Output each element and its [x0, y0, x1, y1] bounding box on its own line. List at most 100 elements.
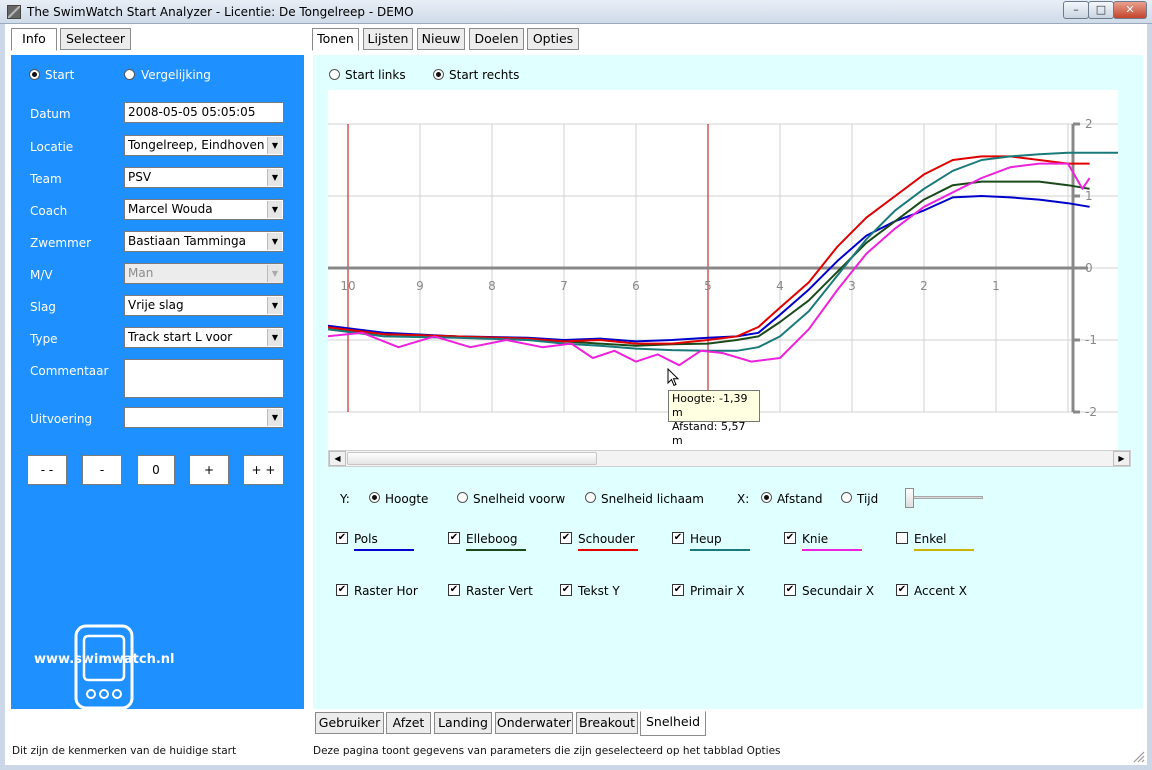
team-value: PSV: [128, 170, 152, 184]
type-select[interactable]: Track start L voor ▼: [124, 327, 284, 348]
prev-button[interactable]: -: [82, 455, 122, 485]
series-checkbox[interactable]: ✔: [448, 532, 460, 544]
uitvoering-select[interactable]: ▼: [124, 407, 284, 428]
tab-landing[interactable]: Landing: [434, 712, 492, 734]
series-checkbox[interactable]: ✔: [560, 532, 572, 544]
radio-start-rechts[interactable]: [433, 69, 444, 80]
series-color-swatch: [802, 549, 862, 551]
label-mv: M/V: [30, 268, 53, 282]
display-checkbox[interactable]: ✔: [672, 584, 684, 596]
series-checkbox[interactable]: ✔: [672, 532, 684, 544]
label-zwemmer: Zwemmer: [30, 236, 92, 250]
app-icon: [7, 5, 21, 19]
reset-button[interactable]: 0: [137, 455, 175, 485]
radio-snelheid-lichaam-label: Snelheid lichaam: [601, 492, 704, 506]
website-link[interactable]: www.swimwatch.nl: [34, 652, 175, 667]
radio-vergelijking[interactable]: [124, 69, 135, 80]
tab-onderwater[interactable]: Onderwater: [495, 712, 573, 734]
radio-tijd[interactable]: [841, 492, 852, 503]
scroll-right-icon[interactable]: ▶: [1113, 451, 1130, 466]
close-button[interactable]: ✕: [1113, 1, 1147, 19]
display-checkbox-label: Raster Hor: [354, 584, 418, 598]
radio-snelheid-voorw[interactable]: [457, 492, 468, 503]
prev-fast-button[interactable]: - -: [27, 455, 67, 485]
radio-start[interactable]: [29, 69, 40, 80]
slider-thumb[interactable]: [905, 488, 914, 508]
tab-opties[interactable]: Opties: [527, 28, 579, 50]
next-fast-button[interactable]: + +: [243, 455, 284, 485]
value-tooltip: Hoogte: -1,39 m Afstand: 5,57 m: [668, 390, 760, 447]
scroll-thumb[interactable]: [347, 452, 597, 465]
datum-field[interactable]: 2008-05-05 05:05:05: [124, 102, 284, 123]
tab-breakout[interactable]: Breakout: [576, 712, 638, 734]
minimize-button[interactable]: –: [1063, 1, 1089, 19]
display-checkbox[interactable]: ✔: [784, 584, 796, 596]
series-checkbox[interactable]: ✔: [336, 532, 348, 544]
tab-lijsten[interactable]: Lijsten: [363, 28, 413, 50]
chevron-down-icon[interactable]: ▼: [267, 329, 282, 346]
chevron-down-icon[interactable]: ▼: [267, 233, 282, 250]
y-tick-label: -2: [1085, 405, 1097, 419]
mv-value: Man: [128, 266, 154, 280]
scroll-left-icon[interactable]: ◀: [329, 451, 346, 466]
swimwatch-device-icon: [74, 624, 134, 710]
label-uitvoering: Uitvoering: [30, 412, 93, 426]
label-slag: Slag: [30, 300, 56, 314]
label-team: Team: [30, 172, 62, 186]
radio-afstand[interactable]: [761, 492, 772, 503]
tab-info[interactable]: Info: [11, 28, 57, 51]
status-right: Deze pagina toont gegevens van parameter…: [313, 745, 781, 757]
title-bar: The SwimWatch Start Analyzer - Licentie:…: [0, 0, 1152, 24]
status-left: Dit zijn de kenmerken van de huidige sta…: [12, 745, 237, 757]
series-checkbox[interactable]: ✔: [784, 532, 796, 544]
tab-selecteer[interactable]: Selecteer: [60, 28, 131, 50]
chevron-down-icon[interactable]: ▼: [267, 297, 282, 314]
commentaar-textarea[interactable]: [124, 359, 284, 398]
next-button[interactable]: +: [189, 455, 229, 485]
series-checkbox-label: Pols: [354, 532, 378, 546]
display-checkbox-label: Accent X: [914, 584, 967, 598]
resize-grip-icon[interactable]: [1131, 749, 1145, 763]
team-select[interactable]: PSV ▼: [124, 167, 284, 188]
maximize-button[interactable]: □: [1088, 1, 1114, 19]
y-tick-label: 0: [1085, 261, 1093, 275]
coach-value: Marcel Wouda: [128, 202, 213, 216]
display-checkbox[interactable]: ✔: [336, 584, 348, 596]
x-tick-label: 2: [920, 279, 928, 293]
series-checkbox[interactable]: [896, 532, 908, 544]
tab-gebruiker[interactable]: Gebruiker: [315, 712, 384, 734]
y-tick-label: 2: [1085, 117, 1093, 131]
radio-hoogte-label: Hoogte: [385, 492, 429, 506]
display-checkbox[interactable]: ✔: [896, 584, 908, 596]
radio-start-links[interactable]: [329, 69, 340, 80]
slider-track[interactable]: [905, 496, 983, 499]
chevron-down-icon[interactable]: ▼: [267, 169, 282, 186]
y-tick-label: 1: [1085, 189, 1093, 203]
display-checkbox[interactable]: ✔: [448, 584, 460, 596]
tab-afzet[interactable]: Afzet: [386, 712, 431, 734]
window-title: The SwimWatch Start Analyzer - Licentie:…: [27, 5, 414, 19]
locatie-select[interactable]: Tongelreep, Eindhoven ▼: [124, 135, 284, 156]
x-tick-label: 5: [704, 279, 712, 293]
series-color-swatch: [690, 549, 750, 551]
locatie-value: Tongelreep, Eindhoven: [128, 138, 265, 152]
display-checkbox[interactable]: ✔: [560, 584, 572, 596]
y-tick-label: -1: [1085, 333, 1097, 347]
tab-doelen[interactable]: Doelen: [469, 28, 524, 50]
radio-snelheid-lichaam[interactable]: [585, 492, 596, 503]
label-coach: Coach: [30, 204, 68, 218]
zwemmer-select[interactable]: Bastiaan Tamminga ▼: [124, 231, 284, 252]
radio-hoogte[interactable]: [369, 492, 380, 503]
chevron-down-icon[interactable]: ▼: [267, 201, 282, 218]
tab-snelheid[interactable]: Snelheid: [640, 711, 706, 736]
tab-nieuw[interactable]: Nieuw: [417, 28, 465, 50]
series-checkbox-label: Heup: [690, 532, 722, 546]
horizontal-scrollbar[interactable]: ◀ ▶: [328, 450, 1131, 467]
coach-select[interactable]: Marcel Wouda ▼: [124, 199, 284, 220]
slag-select[interactable]: Vrije slag ▼: [124, 295, 284, 316]
series-color-swatch: [578, 549, 638, 551]
tab-tonen[interactable]: Tonen: [312, 28, 359, 51]
series-checkbox-label: Elleboog: [466, 532, 518, 546]
chevron-down-icon[interactable]: ▼: [267, 137, 282, 154]
chevron-down-icon[interactable]: ▼: [267, 409, 282, 426]
